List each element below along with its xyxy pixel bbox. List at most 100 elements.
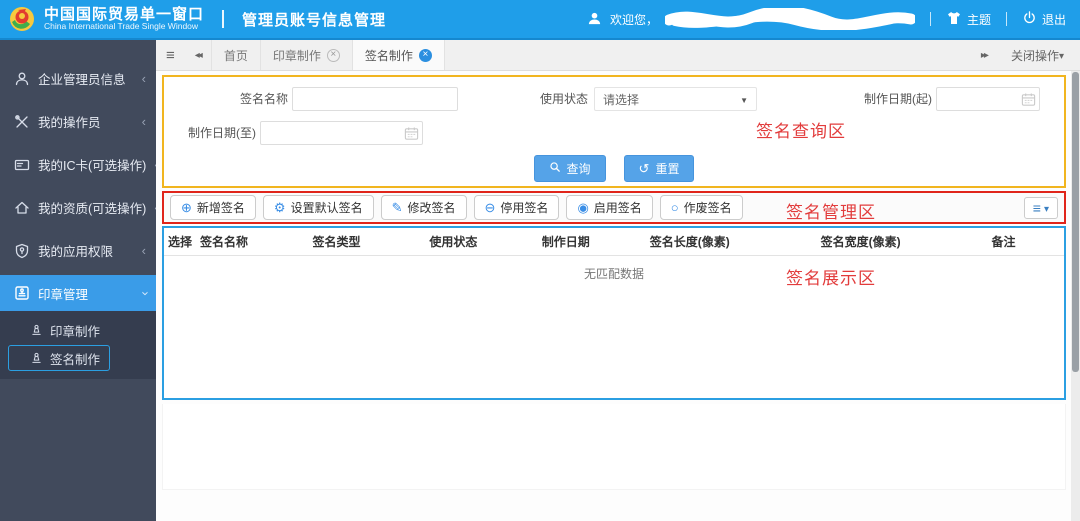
sidebar-item-label: 我的操作员: [38, 112, 134, 131]
scrollbar-thumb[interactable]: [1072, 72, 1079, 372]
user-icon: [14, 71, 30, 87]
modify-signature-label: 修改签名: [408, 199, 456, 216]
add-signature-label: 新增签名: [197, 199, 245, 216]
header-divider: [222, 10, 224, 28]
vertical-scrollbar[interactable]: [1071, 71, 1080, 521]
close-tab-icon[interactable]: [327, 49, 340, 62]
search-icon: [549, 161, 561, 176]
caret-down-icon: [1059, 48, 1064, 62]
modify-signature-button[interactable]: 修改签名: [381, 195, 467, 220]
close-tab-icon[interactable]: [419, 49, 432, 62]
column-header-select[interactable]: 选择: [164, 228, 196, 256]
date-to-label: 制作日期(至): [170, 121, 256, 145]
theme-button[interactable]: 主题: [946, 10, 991, 29]
tab-label: 首页: [224, 47, 248, 64]
theme-label: 主题: [967, 11, 991, 28]
enable-signature-label: 启用签名: [594, 199, 642, 216]
submenu-item-seal-making[interactable]: 印章制作: [0, 317, 156, 343]
column-header-remarks[interactable]: 备注: [988, 228, 1065, 256]
calendar-icon[interactable]: [1021, 92, 1036, 107]
signature-name-input[interactable]: [292, 87, 458, 111]
chevron-down-icon: ‹: [136, 291, 151, 295]
sidebar-item-my-qualification[interactable]: 我的资质(可选操作) ‹: [0, 186, 156, 229]
pencil-icon: [392, 201, 403, 214]
search-button[interactable]: 查询: [534, 155, 606, 182]
sidebar-item-my-operators[interactable]: 我的操作员 ‹: [0, 100, 156, 143]
content-area: 签名名称 使用状态 请选择 制作日期(起) 制作日期(至): [156, 71, 1080, 521]
shirt-icon: [946, 10, 962, 29]
usage-status-select[interactable]: 请选择: [594, 87, 757, 111]
tabbar-right-controls: 关闭操作: [971, 40, 1080, 70]
tab-signature-making[interactable]: 签名制作: [353, 40, 445, 70]
column-settings-button[interactable]: [1024, 197, 1058, 219]
brand-title: 中国国际贸易单一窗口: [44, 7, 204, 23]
sidebar-item-enterprise-admin-info[interactable]: 企业管理员信息 ‹: [0, 57, 156, 100]
redacted-username: [665, 8, 915, 30]
column-header-signature-width[interactable]: 签名宽度(像素): [817, 228, 988, 256]
usage-status-label: 使用状态: [516, 87, 588, 111]
reset-button[interactable]: 重置: [624, 155, 695, 182]
calendar-icon[interactable]: [404, 126, 419, 141]
sidebar-item-my-ic-card[interactable]: 我的IC卡(可选操作) ‹: [0, 143, 156, 186]
reset-button-label: 重置: [655, 160, 679, 177]
column-header-signature-name[interactable]: 签名名称: [196, 228, 308, 256]
sidebar-item-my-app-permissions[interactable]: 我的应用权限 ‹: [0, 229, 156, 272]
power-icon: [1022, 10, 1037, 28]
sidebar-item-label: 我的资质(可选操作): [38, 198, 146, 217]
date-to-input[interactable]: [260, 121, 423, 145]
empty-state-row: 无匹配数据: [164, 256, 1064, 289]
logout-button[interactable]: 退出: [1022, 10, 1066, 28]
list-icon: [1033, 200, 1041, 216]
tab-seal-making[interactable]: 印章制作: [261, 40, 353, 70]
submenu-item-signature-making[interactable]: 签名制作: [8, 345, 110, 371]
query-section-annotation: 签名查询区: [756, 117, 846, 142]
add-signature-button[interactable]: 新增签名: [170, 195, 256, 220]
header-divider: [930, 12, 931, 26]
app-logo-icon: [8, 5, 36, 33]
query-buttons-row: 查询 重置: [164, 155, 1064, 182]
tab-home[interactable]: 首页: [211, 40, 261, 70]
app-window: 中国国际贸易单一窗口 China International Trade Sin…: [0, 0, 1080, 521]
chevron-left-icon: ‹: [142, 71, 146, 86]
scroll-tabs-right-icon[interactable]: [971, 50, 997, 61]
bottom-panel-area: [162, 404, 1066, 490]
home-icon: [14, 200, 30, 216]
column-header-signature-length[interactable]: 签名长度(像素): [646, 228, 817, 256]
column-header-usage-status[interactable]: 使用状态: [425, 228, 537, 256]
set-default-signature-label: 设置默认签名: [291, 199, 363, 216]
table-header-row: 选择 签名名称 签名类型 使用状态 制作日期 签名长度(像素) 签名宽度(像素)…: [164, 228, 1064, 256]
date-from-input[interactable]: [936, 87, 1040, 111]
management-section-annotation: 签名管理区: [786, 198, 876, 223]
top-header: 中国国际贸易单一窗口 China International Trade Sin…: [0, 0, 1080, 40]
sidebar-item-label: 企业管理员信息: [38, 69, 134, 88]
minus-circle-icon: [485, 201, 496, 214]
scroll-tabs-left-icon[interactable]: [185, 40, 211, 70]
chevron-left-icon: ‹: [142, 114, 146, 129]
tab-bar: 首页 印章制作 签名制作 关闭操作: [156, 40, 1080, 71]
close-operations-dropdown[interactable]: 关闭操作: [1001, 47, 1074, 64]
enable-signature-button[interactable]: 启用签名: [566, 195, 652, 220]
logout-label: 退出: [1042, 11, 1066, 28]
void-signature-label: 作废签名: [684, 199, 732, 216]
disable-signature-button[interactable]: 停用签名: [474, 195, 560, 220]
brand-subtitle: China International Trade Single Window: [44, 22, 204, 31]
set-default-signature-button[interactable]: 设置默认签名: [263, 195, 374, 220]
stamp-icon: [30, 352, 43, 365]
column-header-made-date[interactable]: 制作日期: [538, 228, 646, 256]
header-divider: [1006, 12, 1007, 26]
seal-icon: [14, 285, 30, 301]
caret-down-icon: [1044, 200, 1049, 215]
sidebar-submenu-seal: 印章制作 签名制作: [0, 311, 156, 379]
tools-icon: [14, 114, 30, 130]
ic-card-icon: [14, 157, 30, 173]
brand-area: 中国国际贸易单一窗口 China International Trade Sin…: [8, 5, 386, 33]
submenu-item-label: 印章制作: [50, 321, 100, 340]
page-title: 管理员账号信息管理: [242, 9, 386, 30]
gear-icon: [274, 201, 286, 214]
column-header-signature-type[interactable]: 签名类型: [308, 228, 425, 256]
tab-label: 印章制作: [273, 47, 321, 64]
void-signature-button[interactable]: 作废签名: [660, 195, 743, 220]
menu-toggle-icon[interactable]: [156, 40, 185, 70]
search-button-label: 查询: [567, 160, 591, 177]
sidebar-item-seal-management[interactable]: 印章管理 ‹: [0, 275, 156, 311]
